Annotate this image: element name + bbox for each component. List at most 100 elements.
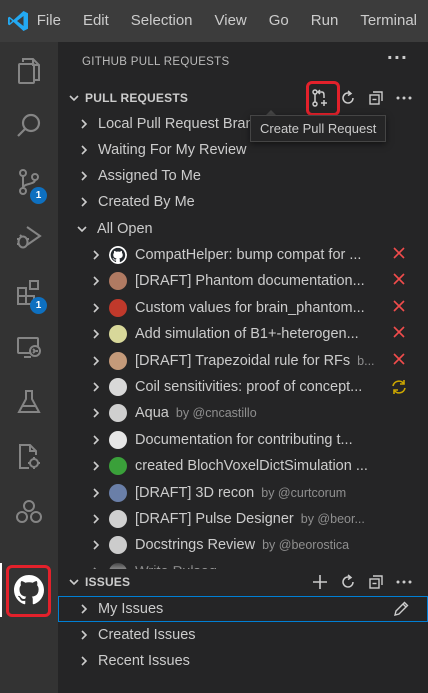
checks-failed-icon [392,299,406,318]
chevron-right-icon [88,302,104,314]
issues-recent-issues[interactable]: Recent Issues [58,648,428,674]
chevron-right-icon [76,170,92,182]
pr-item[interactable]: Aqua by @cncastillo [58,400,428,426]
files-icon [18,58,40,84]
chevron-right-icon [76,655,92,667]
live-share-button[interactable] [0,485,58,539]
new-issue-button[interactable] [306,569,334,595]
author-avatar [109,457,127,476]
category-label: Waiting For My Review [98,142,247,158]
more-icon [396,96,412,100]
menu-run[interactable]: Run [300,0,350,42]
menu-go[interactable]: Go [258,0,300,42]
refresh-icon [342,574,354,588]
pr-title: [DRAFT] Pulse Designer [135,511,294,527]
extensions-button[interactable]: 1 [0,265,58,319]
explorer-button[interactable] [0,44,58,98]
pr-title: created BlochVoxelDictSimulation ... [135,458,368,475]
search-icon [17,113,41,137]
category-label: Assigned To Me [98,168,201,184]
chevron-right-icon [88,434,104,446]
menu-terminal[interactable]: Terminal [349,0,428,42]
menu-bar: File Edit Selection View Go Run Terminal [0,0,428,42]
pr-more-actions-button[interactable] [390,85,418,111]
issues-section-actions [306,569,418,595]
issues-more-button[interactable] [390,569,418,595]
issues-item-label: Created Issues [98,627,196,643]
issues-created-issues[interactable]: Created Issues [58,622,428,648]
issues-section: ISSUES My Issues Created Issues Recent I… [58,569,428,693]
file-gear-icon [19,444,40,469]
pr-title: Docstrings Review [135,537,256,554]
remote-explorer-icon [17,337,41,358]
issues-refresh-button[interactable] [334,569,362,595]
remote-explorer-button[interactable] [0,320,58,374]
chevron-right-icon [88,355,104,367]
remote-gear-button[interactable] [0,430,58,484]
author-avatar [109,272,127,291]
pr-title: [DRAFT] 3D recon [135,484,255,501]
issues-my-issues[interactable]: My Issues [58,596,428,622]
pr-item[interactable]: [DRAFT] Trapezoidal rule for RFs b... [58,348,428,374]
author-avatar [109,510,127,528]
menu-selection[interactable]: Selection [120,0,204,42]
category-all-open[interactable]: All Open [58,216,428,242]
chevron-right-icon [88,460,104,472]
pr-title: Add simulation of B1+-heterogen... [135,326,359,343]
pr-item[interactable]: Add simulation of B1+-heterogen... [58,321,428,347]
edit-query-button[interactable] [393,601,409,621]
create-pr-highlight-box [306,81,340,116]
create-pr-tooltip: Create Pull Request [250,115,387,142]
issues-collapse-button[interactable] [362,569,390,595]
chevron-right-icon [88,487,104,499]
chevron-right-icon [88,407,104,419]
pr-author: b... [357,353,375,368]
chevron-right-icon [88,249,104,261]
run-debug-button[interactable] [0,210,58,264]
plus-icon [313,575,327,589]
pr-item[interactable]: created BlochVoxelDictSimulation ... [58,453,428,479]
chevron-down-icon [63,92,85,104]
menu-edit[interactable]: Edit [72,0,120,42]
pr-title: Aqua [135,405,169,422]
refresh-icon [342,90,354,104]
pr-item[interactable]: Custom values for brain_phantom... [58,295,428,321]
issues-item-label: Recent Issues [98,653,190,669]
circles-icon [16,500,42,523]
pr-author: by @beorostica [262,538,350,553]
active-indicator [0,563,2,617]
scm-badge: 1 [30,187,47,204]
pr-title: [DRAFT] Phantom documentation... [135,273,365,290]
pr-item[interactable]: Coil sensitivities: proof of concept... [58,374,428,400]
pr-author: by @curtcorum [261,485,347,500]
pr-item[interactable]: [DRAFT] Phantom documentation... [58,268,428,294]
testing-button[interactable] [0,375,58,429]
pr-title: Documentation for contributing t... [135,431,353,448]
menu-file[interactable]: File [37,0,72,42]
github-avatar-icon [109,246,127,264]
chevron-right-icon [88,539,104,551]
source-control-button[interactable]: 1 [0,155,58,209]
pr-item[interactable]: CompatHelper: bump compat for ... [58,242,428,268]
checks-failed-icon [392,325,406,344]
chevron-down-icon [63,576,85,588]
sidebar-more-icon[interactable]: ··· [387,48,408,67]
pr-item[interactable]: Documentation for contributing t... [58,427,428,453]
pr-item[interactable]: Docstrings Review by @beorostica [58,532,428,558]
search-button[interactable] [0,99,58,153]
checks-failed-icon [392,352,406,371]
menu-view[interactable]: View [204,0,258,42]
issues-item-label: My Issues [98,601,164,617]
chevron-right-icon [88,381,104,393]
chevron-right-icon [76,629,92,641]
pr-author: by @beor... [300,512,365,526]
extensions-badge: 1 [30,297,47,314]
author-avatar [109,404,127,423]
collapse-all-button[interactable] [362,85,390,111]
category-created-by-me[interactable]: Created By Me [58,189,428,215]
pr-item[interactable]: [DRAFT] 3D recon by @curtcorum [58,480,428,506]
category-assigned[interactable]: Assigned To Me [58,163,428,189]
pr-item[interactable]: [DRAFT] Pulse Designer by @beor... [58,506,428,532]
chevron-right-icon [76,118,92,130]
pr-title: Custom values for brain_phantom... [135,299,365,316]
